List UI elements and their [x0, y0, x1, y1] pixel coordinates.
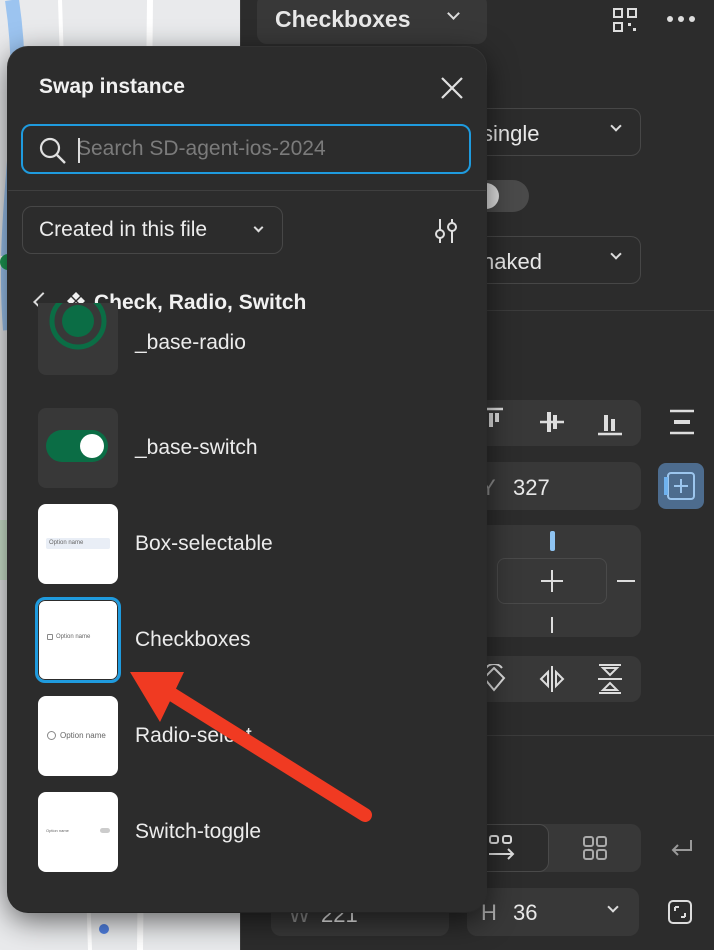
chevron-down-icon [447, 7, 460, 20]
h-value: 36 [513, 900, 538, 925]
search-icon [39, 137, 66, 164]
h-label: H [481, 900, 497, 925]
item-label: Box-selectable [135, 532, 273, 555]
thumbnail-text: Option name [60, 731, 106, 740]
swap-instance-popover: Swap instance Created in this file [8, 47, 486, 912]
list-item-box-selectable[interactable]: Option name Box-selectable [38, 504, 478, 584]
thumbnail [38, 408, 118, 488]
variant-select-value: single [482, 121, 540, 146]
list-item-base-radio[interactable]: _base-radio [38, 303, 478, 391]
search-box[interactable] [21, 124, 471, 174]
align-bottom-icon[interactable] [597, 407, 623, 437]
thumbnail-text: Option name [56, 634, 91, 640]
app-window: Checkboxes single naked Y 327 W 221 H 36… [0, 0, 714, 950]
list-item-switch-toggle[interactable]: Option name Switch-toggle [38, 792, 478, 872]
y-value: 327 [513, 475, 550, 500]
chevron-down-icon [610, 248, 622, 260]
popover-title: Swap instance [39, 75, 185, 98]
thumbnail: Option name [38, 504, 118, 584]
constraints-toggle[interactable] [658, 463, 704, 509]
item-label: Radio-select [135, 724, 252, 747]
constraints-icon [664, 472, 695, 500]
filter-settings-icon[interactable] [432, 217, 460, 245]
height-field[interactable]: H 36 [467, 888, 639, 936]
arrange-grid-icon[interactable] [581, 834, 611, 864]
thumbnail-text: Option name [46, 828, 69, 833]
thumbnail: Option name [38, 696, 118, 776]
component-grid-icon[interactable] [613, 8, 637, 32]
item-label: Switch-toggle [135, 820, 262, 843]
library-filter-label: Created in this file [39, 218, 208, 241]
chevron-down-icon [253, 222, 264, 233]
library-filter-dropdown[interactable]: Created in this file [22, 206, 283, 254]
list-item-radio-select[interactable]: Option name Radio-select [38, 696, 478, 776]
component-selector[interactable]: Checkboxes [257, 0, 487, 44]
text-caret [78, 138, 80, 163]
search-input[interactable] [77, 134, 457, 164]
flip-vertical-icon[interactable] [597, 664, 623, 694]
item-label: Checkboxes [135, 628, 251, 651]
flip-horizontal-icon[interactable] [539, 664, 565, 694]
close-icon[interactable] [438, 74, 466, 102]
item-label: _base-radio [135, 331, 246, 354]
thumbnail: Option name [38, 792, 118, 872]
chevron-down-icon [610, 120, 622, 132]
item-label: _base-switch [135, 436, 258, 459]
switch-on-preview [46, 430, 108, 462]
popover-divider [8, 190, 486, 191]
arrange-horizontal-icon[interactable] [487, 834, 517, 864]
resize-to-fit-icon[interactable] [667, 899, 693, 925]
component-name: Checkboxes [275, 6, 411, 32]
list-item-checkboxes[interactable]: Option name Checkboxes [35, 597, 478, 683]
variant-style-value: naked [482, 249, 542, 274]
list-item-base-switch[interactable]: _base-switch [38, 408, 478, 488]
thumbnail-selected: Option name [35, 597, 121, 683]
distribute-icon[interactable] [669, 409, 695, 435]
wrap-icon[interactable] [669, 836, 695, 862]
more-options-icon[interactable] [665, 14, 697, 24]
thumbnail-text: Option name [49, 540, 84, 546]
align-middle-icon[interactable] [539, 407, 565, 437]
chevron-down-icon [607, 901, 619, 913]
thumbnail [38, 303, 118, 375]
